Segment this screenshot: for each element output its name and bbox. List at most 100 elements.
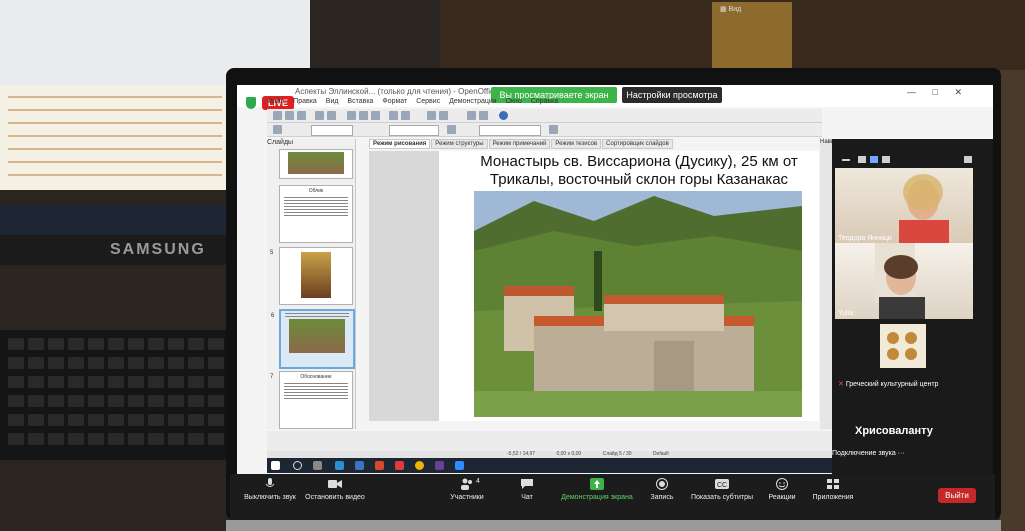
yandex-browser-icon[interactable] (395, 461, 404, 470)
keyboard-key (208, 338, 224, 350)
monastery-photo[interactable] (474, 191, 802, 417)
menu-item[interactable]: Файл (267, 98, 284, 105)
minimize-icon[interactable]: — (907, 87, 916, 97)
print-icon[interactable] (315, 111, 324, 120)
copy-icon[interactable] (359, 111, 368, 120)
menu-item[interactable]: Демонстрация (449, 98, 496, 105)
reactions-button[interactable]: Реакции (762, 478, 802, 501)
zoom-icon[interactable] (479, 111, 488, 120)
slide-thumbnail[interactable] (279, 149, 353, 179)
shadow-icon[interactable] (549, 125, 558, 134)
record-button[interactable]: Запись (644, 478, 680, 501)
zoom-view-button[interactable]: ▦ Вид (720, 5, 741, 13)
new-icon[interactable] (273, 111, 282, 120)
gallery-view-icon[interactable] (882, 156, 890, 163)
menu-item[interactable]: Справка (531, 98, 558, 105)
yandex-icon[interactable] (375, 461, 384, 470)
maximize-icon[interactable]: □ (933, 87, 938, 97)
thumbnail-number: 5 (270, 250, 274, 256)
close-icon[interactable]: ✕ (954, 87, 962, 97)
open-icon[interactable] (285, 111, 294, 120)
slide-thumbnail[interactable]: Облик (279, 185, 353, 243)
slide-thumbnail[interactable]: 7 Обоснование (270, 371, 353, 429)
mute-button[interactable]: Выключить звук (240, 478, 300, 501)
menu-item[interactable]: Сервис (416, 98, 440, 105)
paste-icon[interactable] (371, 111, 380, 120)
cut-icon[interactable] (347, 111, 356, 120)
thumbnail-text (285, 313, 349, 317)
line-style-icon[interactable] (273, 125, 282, 134)
slides-panel-title: Слайды (267, 139, 294, 146)
slide-title-line: Трикалы, восточный склон горы Казанакас (489, 171, 789, 188)
save-icon[interactable] (297, 111, 306, 120)
chart-icon[interactable] (439, 111, 448, 120)
share-screen-button[interactable]: Демонстрация экрана (552, 478, 642, 501)
keyboard-key (128, 338, 144, 350)
area-icon[interactable] (447, 125, 456, 134)
leave-meeting-button[interactable]: Выйти (938, 488, 976, 503)
participant-video-tile[interactable]: Теодора Янници (835, 168, 973, 244)
single-view-icon[interactable] (858, 156, 866, 163)
keyboard-key (28, 376, 44, 388)
zoom-app-icon[interactable] (455, 461, 464, 470)
menu-item[interactable]: Вид (326, 98, 339, 105)
line-color-select[interactable] (389, 125, 439, 136)
monitor-brand-label: SAMSUNG (0, 235, 235, 265)
app-icon[interactable] (435, 461, 444, 470)
participant-video-tile[interactable]: Yulia (835, 243, 973, 319)
keyboard-key (48, 338, 64, 350)
keyboard-key (168, 376, 184, 388)
slide-thumbnail[interactable]: 5 (270, 247, 353, 305)
participants-button[interactable]: Участники 4 (442, 478, 492, 501)
fill-select[interactable] (479, 125, 541, 136)
menu-item[interactable]: Окно (506, 98, 522, 105)
keyboard-key (208, 357, 224, 369)
tab-slide-sorter[interactable]: Сортировщик слайдов (602, 139, 673, 149)
menu-item[interactable]: Вставка (347, 98, 373, 105)
pdf-icon[interactable] (327, 111, 336, 120)
view-button-label: Вид (728, 6, 742, 13)
help-icon[interactable] (499, 111, 508, 120)
apps-button[interactable]: Приложения (808, 478, 858, 501)
windows-start-icon[interactable] (271, 461, 280, 470)
status-slide-number: Слайд 5 / 30 (602, 451, 632, 457)
stop-video-button[interactable]: Остановить видео (302, 478, 368, 501)
line-style-select[interactable] (311, 125, 353, 136)
tab-outline[interactable]: Режим структуры (431, 139, 488, 149)
keyboard-key (148, 433, 164, 445)
captions-button[interactable]: CC Показать субтитры (686, 478, 758, 501)
undo-icon[interactable] (389, 111, 398, 120)
thumbnail-number: 6 (271, 313, 275, 319)
side-by-side-icon[interactable] (870, 156, 878, 163)
participant-name: Теодора Янници (838, 235, 892, 242)
keyboard-key (28, 338, 44, 350)
audio-connecting-status: Подключение звука ··· (832, 450, 905, 457)
chat-button[interactable]: Чат (512, 478, 542, 501)
minimize-video-icon[interactable] (842, 159, 850, 161)
participant-video-tile[interactable]: ✕ Греческий культурный центр (835, 320, 973, 390)
keyboard-key (28, 433, 44, 445)
window-controls[interactable]: — □ ✕ (907, 87, 977, 101)
search-icon[interactable] (293, 461, 302, 470)
redo-icon[interactable] (401, 111, 410, 120)
table-icon[interactable] (427, 111, 436, 120)
tab-drawing[interactable]: Режим рисования (369, 139, 431, 149)
tab-handout[interactable]: Режим тезисов (551, 139, 602, 149)
slide-title[interactable]: Монастырь св. Виссариона (Дусику), 25 км… (459, 153, 819, 189)
task-view-icon[interactable] (313, 461, 322, 470)
slide-canvas[interactable]: Монастырь св. Виссариона (Дусику), 25 км… (439, 151, 819, 421)
share-screen-icon (590, 478, 604, 490)
pop-out-icon[interactable] (964, 156, 972, 163)
menu-item[interactable]: Формат (382, 98, 407, 105)
gallery-toolbar (838, 156, 983, 166)
chrome-icon[interactable] (415, 461, 424, 470)
menu-item[interactable]: Правка (293, 98, 317, 105)
navigator-icon[interactable] (467, 111, 476, 120)
slide-thumbnail-selected[interactable]: 6 (271, 309, 355, 369)
keyboard-key (108, 376, 124, 388)
record-icon (656, 478, 668, 490)
navigator-panel: Навигатор (820, 139, 849, 429)
edge-icon[interactable] (335, 461, 344, 470)
tab-notes[interactable]: Режим примечаний (488, 139, 551, 149)
mail-icon[interactable] (355, 461, 364, 470)
